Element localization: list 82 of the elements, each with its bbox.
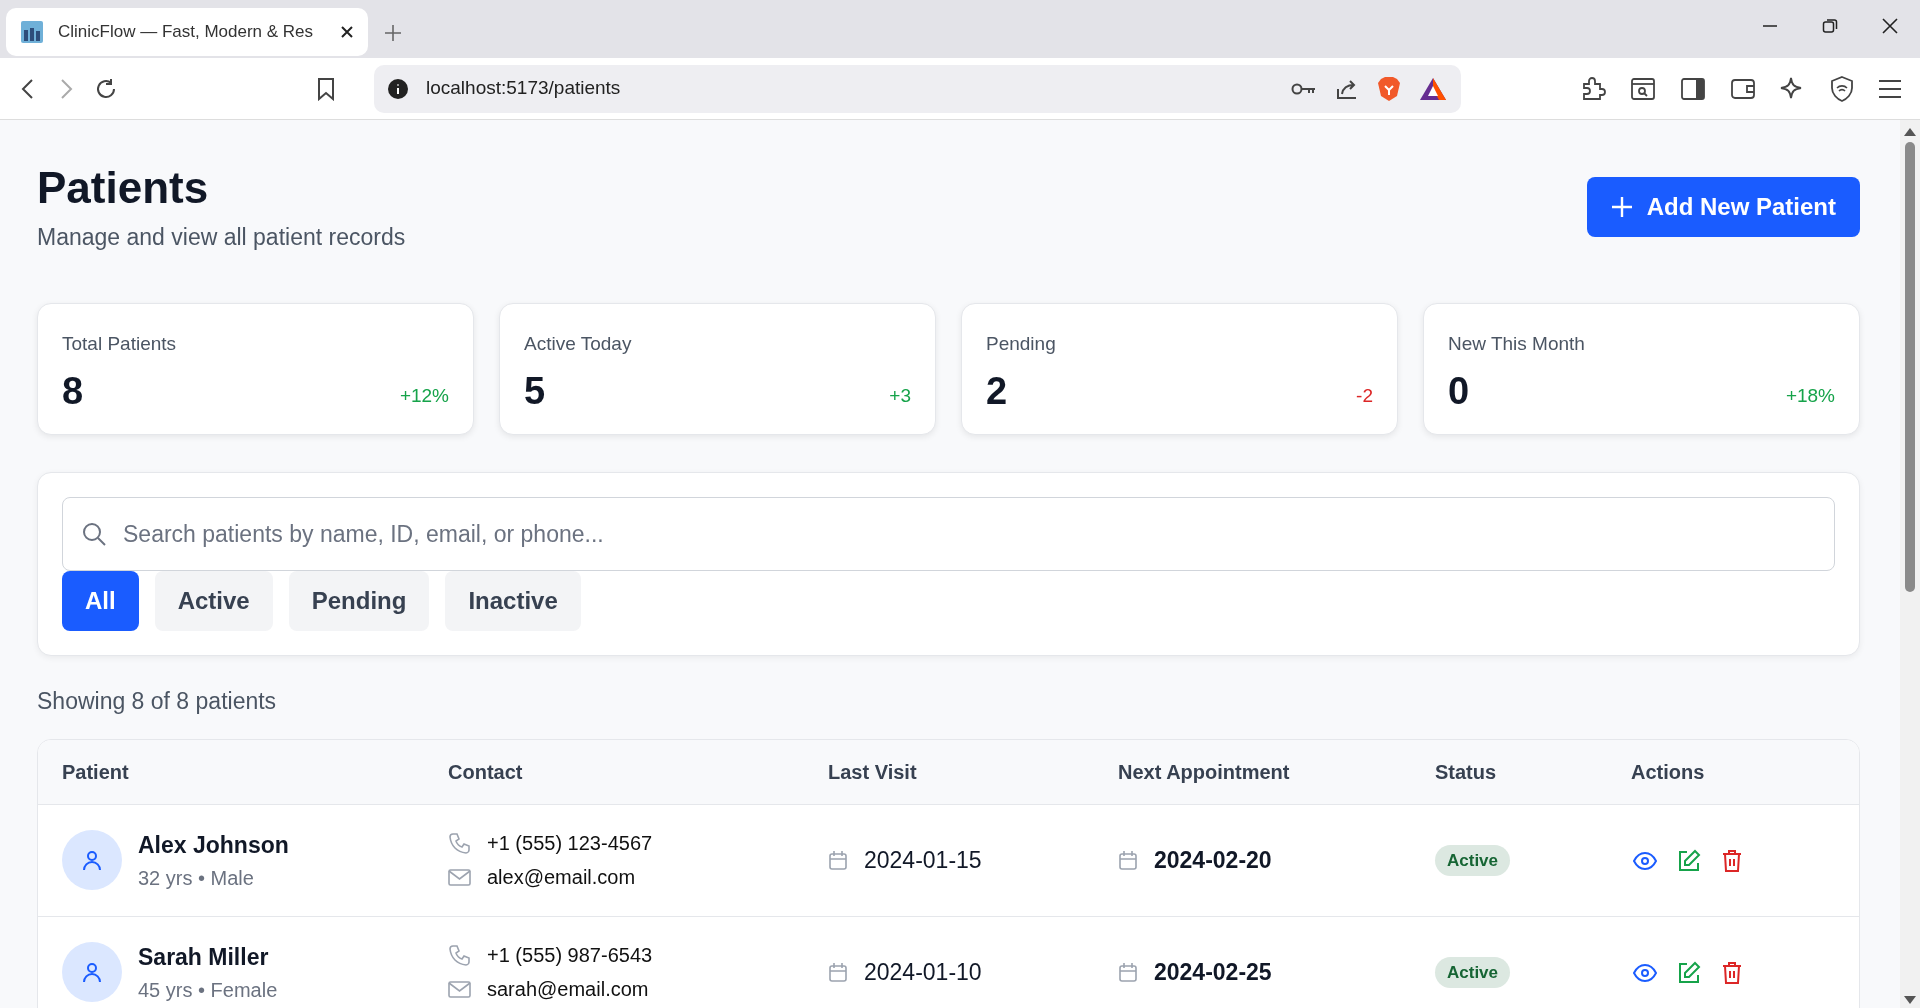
column-header: Patient <box>62 760 129 783</box>
eye-icon <box>1633 850 1657 873</box>
column-header: Status <box>1435 760 1497 783</box>
edit-icon <box>1677 960 1701 985</box>
last-visit-date: 2024-01-15 <box>864 846 982 876</box>
phone-number: +1 (555) 987-6543 <box>487 943 653 969</box>
filter-tab[interactable]: Pending <box>288 571 430 632</box>
appointment-date: 2024-02-25 <box>1154 958 1272 988</box>
search-field[interactable]: Search patients by name, ID, email, or phone... <box>62 497 1835 572</box>
plus-icon <box>1610 196 1633 218</box>
mail-icon <box>448 978 471 1000</box>
person-icon <box>80 960 104 985</box>
phone-icon <box>448 943 471 967</box>
email-address: alex@email.com <box>487 865 636 891</box>
scrollbar-thumb[interactable] <box>1905 142 1915 592</box>
column-header: Last Visit <box>828 760 917 783</box>
column-header: Contact <box>448 760 523 783</box>
scroll-up-icon[interactable] <box>1904 128 1916 136</box>
phone-number: +1 (555) 123-4567 <box>487 831 653 857</box>
column-header: Actions <box>1631 760 1705 783</box>
stat-label: New This Month <box>1448 331 1586 356</box>
calendar-icon <box>828 962 848 983</box>
calendar-icon <box>1118 962 1138 983</box>
stat-change: +18% <box>1785 383 1835 408</box>
close-icon[interactable] <box>340 25 354 39</box>
scroll-down-icon[interactable] <box>1904 996 1916 1004</box>
browser-tab[interactable]: ClinicFlow — Fast, Modern & Res <box>6 8 368 56</box>
search-icon <box>81 521 107 548</box>
patient-details: 45 yrs • Female <box>138 977 278 1003</box>
last-visit-date: 2024-01-10 <box>864 958 982 988</box>
favicon-icon <box>20 20 44 44</box>
edit-icon <box>1677 848 1701 873</box>
status-badge: Active <box>1435 844 1511 876</box>
shield-icon[interactable] <box>1830 75 1854 102</box>
filter-tab[interactable]: Active <box>154 571 273 632</box>
results-count: Showing 8 of 8 patients <box>37 687 278 717</box>
mail-icon <box>448 866 471 888</box>
person-icon <box>80 848 104 873</box>
tab-title: ClinicFlow — Fast, Modern & Res <box>58 21 315 44</box>
stat-label: Total Patients <box>62 331 178 356</box>
patient-name: Sarah Miller <box>138 943 270 973</box>
filter-tab[interactable]: Inactive <box>445 571 581 632</box>
bookmark-icon[interactable] <box>316 76 336 101</box>
stat-value: 8 <box>62 372 84 411</box>
close-icon[interactable] <box>1882 18 1898 34</box>
search-window-icon[interactable] <box>1630 76 1656 101</box>
stat-label: Pending <box>986 331 1057 356</box>
url-text: localhost:5173/patients <box>426 76 622 101</box>
reload-icon[interactable] <box>94 76 118 101</box>
stat-change: -2 <box>1356 383 1373 408</box>
wallet-icon[interactable] <box>1730 76 1756 101</box>
phone-icon <box>448 831 471 855</box>
email-address: sarah@email.com <box>487 977 649 1003</box>
page-subtitle: Manage and view all patient records <box>37 223 406 253</box>
sidebar-icon[interactable] <box>1680 76 1706 101</box>
stat-change: +3 <box>889 383 911 408</box>
page-title: Patients <box>37 164 210 213</box>
triangle-icon[interactable] <box>1419 76 1447 101</box>
add-patient-button[interactable]: Add New Patient <box>1586 177 1860 237</box>
menu-icon[interactable] <box>1878 78 1902 99</box>
search-input[interactable]: Search patients by name, ID, email, or phone... <box>121 516 1816 553</box>
restore-icon[interactable] <box>1822 18 1838 34</box>
patient-name: Alex Johnson <box>138 831 289 861</box>
stat-value: 5 <box>524 372 546 411</box>
calendar-icon <box>828 850 848 871</box>
address-bar[interactable]: localhost:5173/patients <box>374 64 1461 113</box>
stat-label: Active Today <box>524 331 633 356</box>
info-icon <box>388 78 408 99</box>
appointment-date: 2024-02-20 <box>1154 846 1272 876</box>
puzzle-icon[interactable] <box>1580 75 1606 102</box>
filter-tab[interactable]: All <box>62 571 139 632</box>
stat-change: +12% <box>399 383 449 408</box>
trash-icon <box>1721 848 1743 873</box>
stat-value: 0 <box>1448 372 1470 411</box>
status-badge: Active <box>1435 956 1511 988</box>
trash-icon <box>1721 960 1743 985</box>
stat-value: 2 <box>986 372 1008 411</box>
column-header: Next Appointment <box>1118 760 1290 783</box>
calendar-icon <box>1118 850 1138 871</box>
patient-details: 32 yrs • Male <box>138 865 255 891</box>
eye-icon <box>1633 962 1657 985</box>
new-tab-icon[interactable] <box>384 24 402 42</box>
